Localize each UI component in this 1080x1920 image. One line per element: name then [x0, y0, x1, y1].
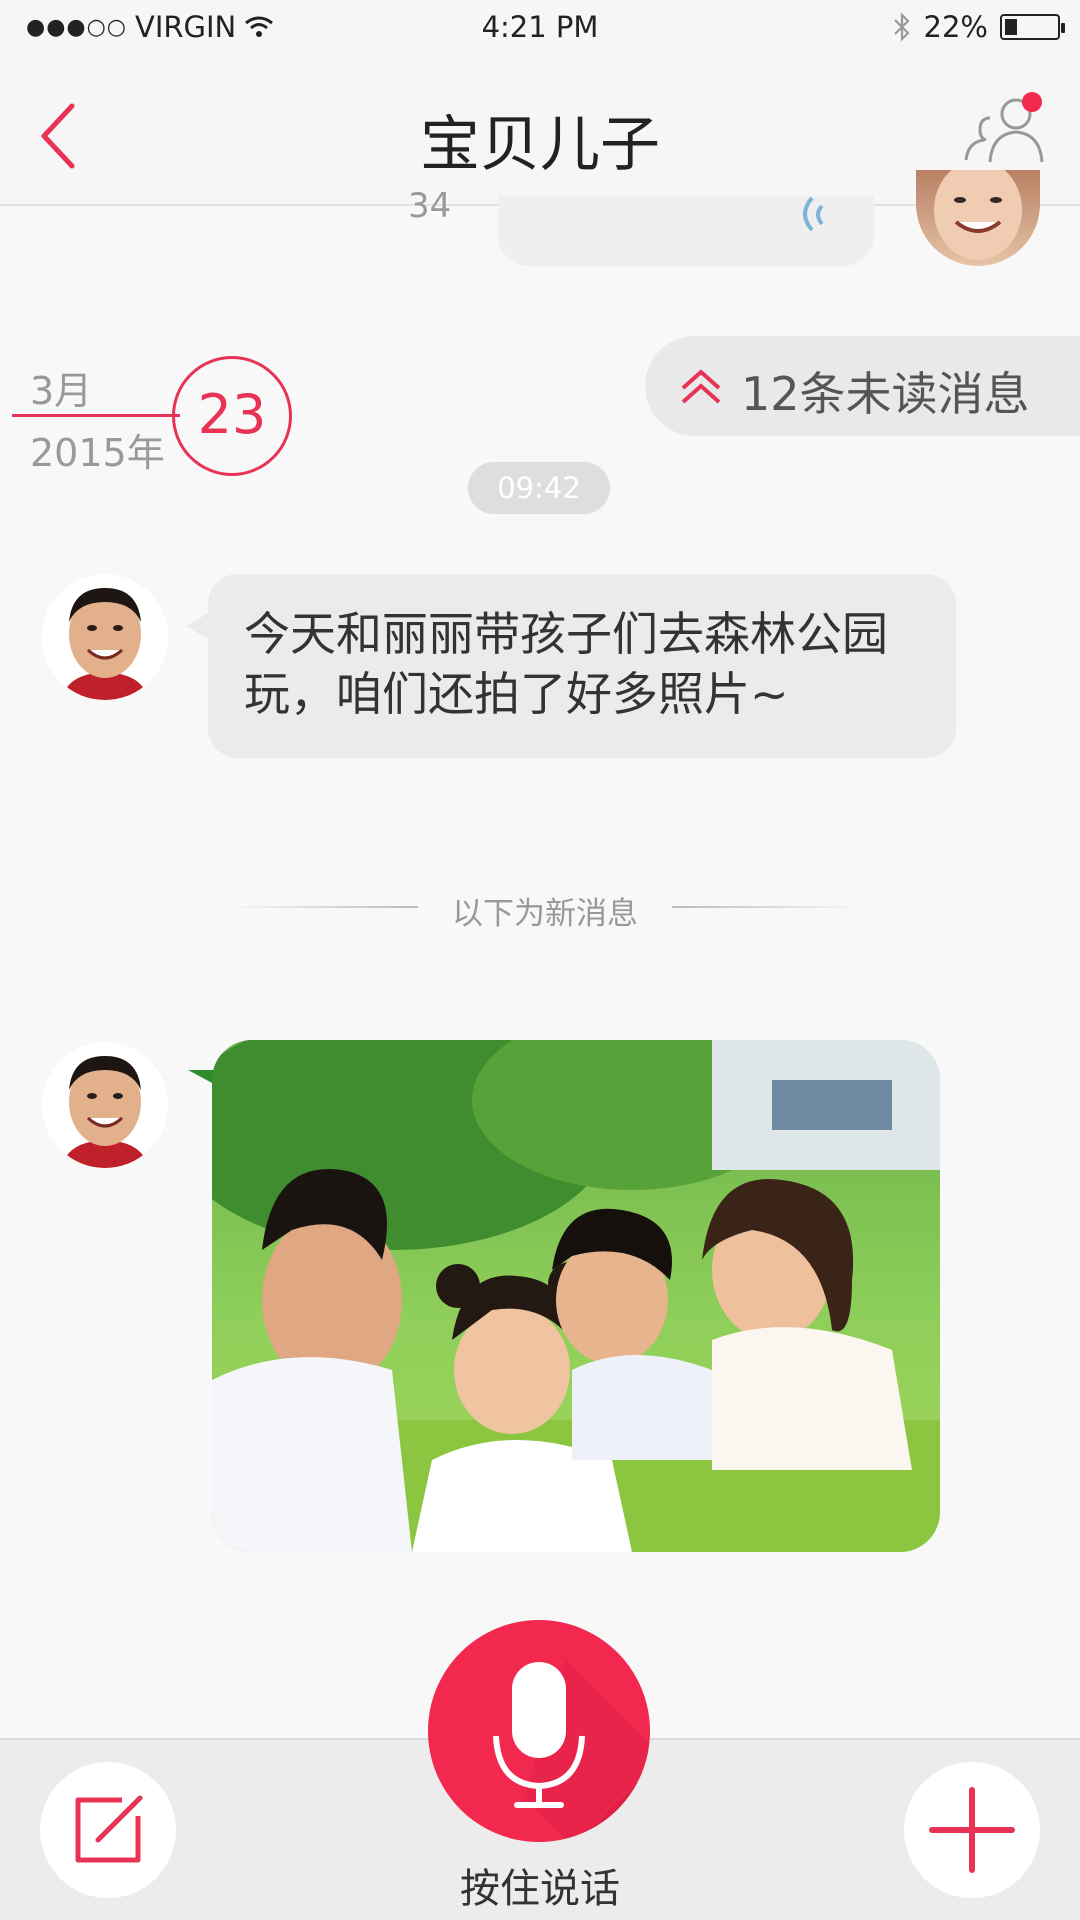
- voice-duration: 34: [408, 186, 452, 226]
- message-timestamp: 09:42: [468, 462, 610, 514]
- divider-line-right: [672, 906, 862, 908]
- message-line-2: 玩，咱们还拍了好多照片~: [244, 667, 789, 721]
- new-messages-label: 以下为新消息: [452, 896, 638, 932]
- photo-bubble-tail: [188, 1070, 214, 1084]
- microphone-icon: [493, 1660, 650, 1842]
- status-bar: ●●●○○ VIRGIN 4:21 PM 22%: [0, 0, 1080, 56]
- avatar-father[interactable]: [42, 574, 168, 700]
- date-month: 3月: [30, 369, 93, 413]
- unread-label: 12条未读消息: [741, 367, 1030, 421]
- add-button[interactable]: [904, 1762, 1040, 1898]
- text-message-bubble[interactable]: 今天和丽丽带孩子们去森林公园 玩，咱们还拍了好多照片~: [186, 574, 956, 758]
- date-year: 2015年: [30, 431, 165, 475]
- notification-dot-icon: [1022, 92, 1042, 112]
- plus-icon: [929, 1787, 1015, 1873]
- new-messages-divider: 以下为新消息: [228, 884, 862, 932]
- avatar-father[interactable]: [42, 1042, 168, 1168]
- battery-percent: 22%: [923, 10, 988, 44]
- people-icon[interactable]: [960, 90, 1050, 170]
- avatar-mother[interactable]: [916, 170, 1040, 266]
- bluetooth-icon: [893, 12, 910, 42]
- chat-screen: ●●●○○ VIRGIN 4:21 PM 22% 宝贝儿子 34 3月 2015…: [0, 0, 1080, 1920]
- hold-to-talk-button[interactable]: [428, 1620, 650, 1842]
- status-right: 22%: [892, 10, 1065, 44]
- battery-icon: [1000, 14, 1065, 40]
- family-photo: [212, 1040, 940, 1552]
- double-chevron-up-icon: [681, 369, 721, 404]
- date-divider-line: [12, 414, 180, 417]
- unread-messages-button[interactable]: 12条未读消息: [645, 336, 1080, 436]
- photo-message[interactable]: [212, 1040, 940, 1552]
- voice-wave-icon: [803, 196, 824, 232]
- message-line-1: 今天和丽丽带孩子们去森林公园: [244, 607, 888, 661]
- date-day: 23: [172, 356, 292, 476]
